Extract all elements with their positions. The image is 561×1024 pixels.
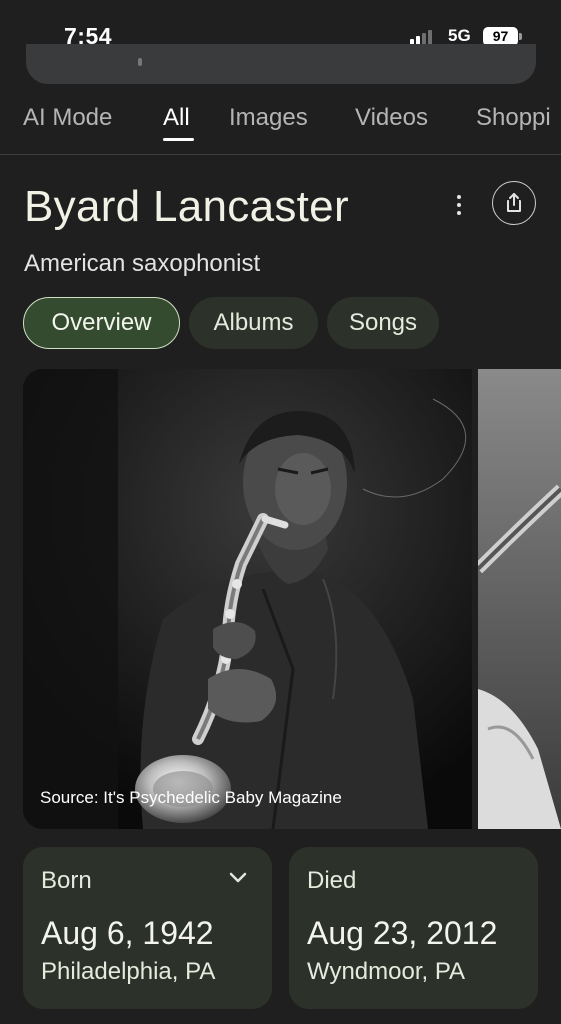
tab-shopping[interactable]: Shoppi: [476, 104, 551, 132]
saxophonist-photo: [23, 369, 472, 829]
entity-title: Byard Lancaster: [24, 182, 349, 231]
tab-videos[interactable]: Videos: [355, 104, 428, 132]
tab-ai-mode[interactable]: AI Mode: [23, 104, 112, 132]
died-card[interactable]: Died Aug 23, 2012 Wyndmoor, PA: [289, 847, 538, 1009]
photo-caption: Source: It's Psychedelic Baby Magazine: [40, 788, 342, 807]
search-bar[interactable]: [26, 44, 536, 84]
battery-tip: [519, 33, 522, 40]
share-button[interactable]: [492, 181, 536, 225]
born-place: Philadelphia, PA: [41, 958, 216, 985]
born-date: Aug 6, 1942: [41, 915, 214, 951]
died-label: Died: [307, 867, 357, 894]
search-text-fragment: [138, 58, 142, 66]
search-tabs: AI Mode All Images Videos Shoppi: [0, 98, 561, 154]
chip-overview[interactable]: Overview: [23, 297, 180, 349]
born-label: Born: [41, 867, 92, 894]
battery-level: 97: [492, 28, 509, 44]
chevron-down-icon[interactable]: [228, 871, 248, 885]
next-photo-thumbnail: [478, 369, 561, 829]
chip-songs[interactable]: Songs: [327, 297, 439, 349]
tab-all[interactable]: All: [163, 104, 190, 132]
entity-photo[interactable]: Source: It's Psychedelic Baby Magazine: [23, 369, 472, 829]
signal-icon: [410, 29, 438, 45]
entity-subtitle: American saxophonist: [24, 250, 261, 277]
next-photo[interactable]: [478, 369, 561, 829]
tab-active-indicator: [163, 138, 194, 141]
died-place: Wyndmoor, PA: [307, 958, 466, 985]
chip-albums[interactable]: Albums: [189, 297, 318, 349]
tabs-divider: [0, 154, 561, 155]
share-icon: [507, 193, 521, 212]
network-label: 5G: [448, 26, 471, 45]
died-date: Aug 23, 2012: [307, 915, 498, 951]
tab-images[interactable]: Images: [229, 104, 308, 132]
born-card[interactable]: Born Aug 6, 1942 Philadelphia, PA: [23, 847, 272, 1009]
more-options-icon[interactable]: [448, 192, 470, 218]
